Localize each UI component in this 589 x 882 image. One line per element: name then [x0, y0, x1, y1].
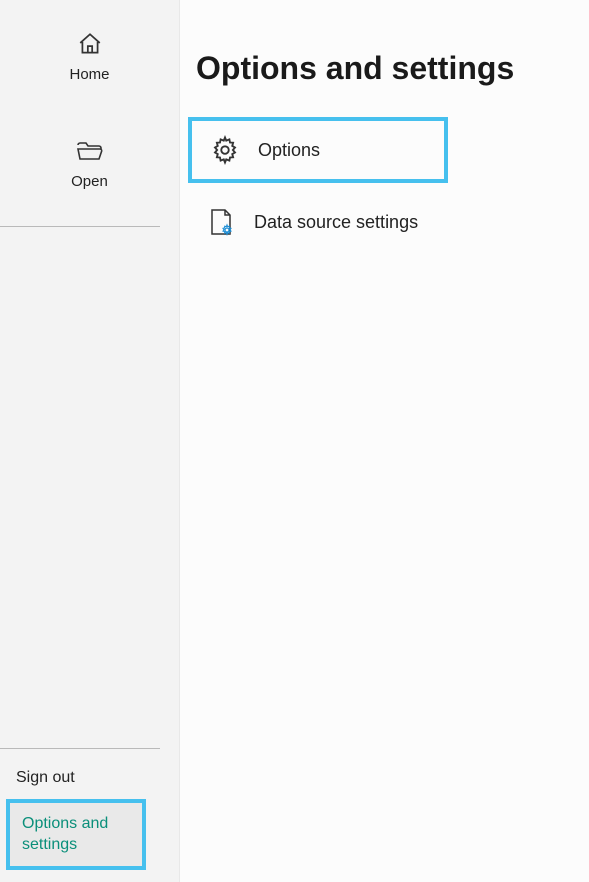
folder-open-icon: [76, 137, 104, 165]
data-source-icon: [206, 207, 236, 237]
sidebar-item-label: Home: [69, 66, 109, 83]
gear-icon: [210, 135, 240, 165]
sidebar: Home Open Sign out Options and settings: [0, 0, 180, 882]
data-source-settings-button[interactable]: Data source settings: [188, 193, 448, 251]
sidebar-bottom: Sign out Options and settings: [0, 748, 179, 882]
option-label: Data source settings: [254, 212, 418, 233]
sidebar-divider: [0, 748, 160, 749]
page-title: Options and settings: [196, 50, 589, 87]
sidebar-item-home[interactable]: Home: [0, 0, 179, 107]
options-button[interactable]: Options: [188, 117, 448, 183]
sidebar-item-open[interactable]: Open: [0, 107, 179, 214]
sidebar-top: Home Open: [0, 0, 179, 227]
option-label: Options: [258, 140, 320, 161]
main-panel: Options and settings Options Data source…: [180, 0, 589, 882]
sidebar-item-label: Open: [71, 173, 108, 190]
options-and-settings-link[interactable]: Options and settings: [6, 799, 146, 870]
sign-out-link[interactable]: Sign out: [0, 763, 179, 793]
sidebar-spacer: [0, 227, 179, 748]
home-icon: [76, 30, 104, 58]
